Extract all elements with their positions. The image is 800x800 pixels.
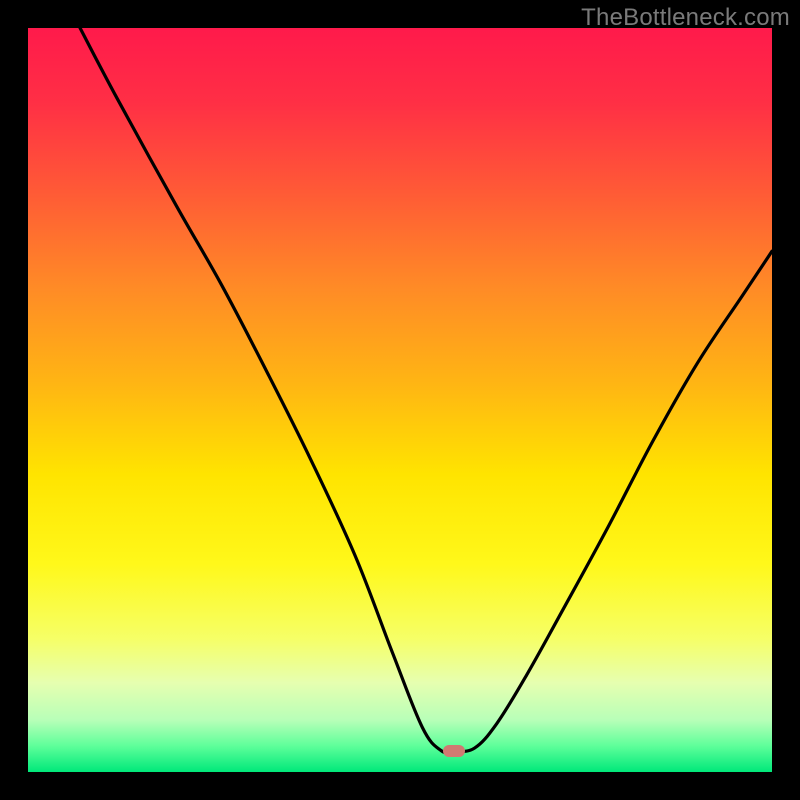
gradient-plot [28, 28, 772, 772]
chart-frame: TheBottleneck.com [0, 0, 800, 800]
optimal-marker [443, 745, 465, 757]
plot-area [28, 28, 772, 772]
watermark-text: TheBottleneck.com [581, 4, 790, 32]
